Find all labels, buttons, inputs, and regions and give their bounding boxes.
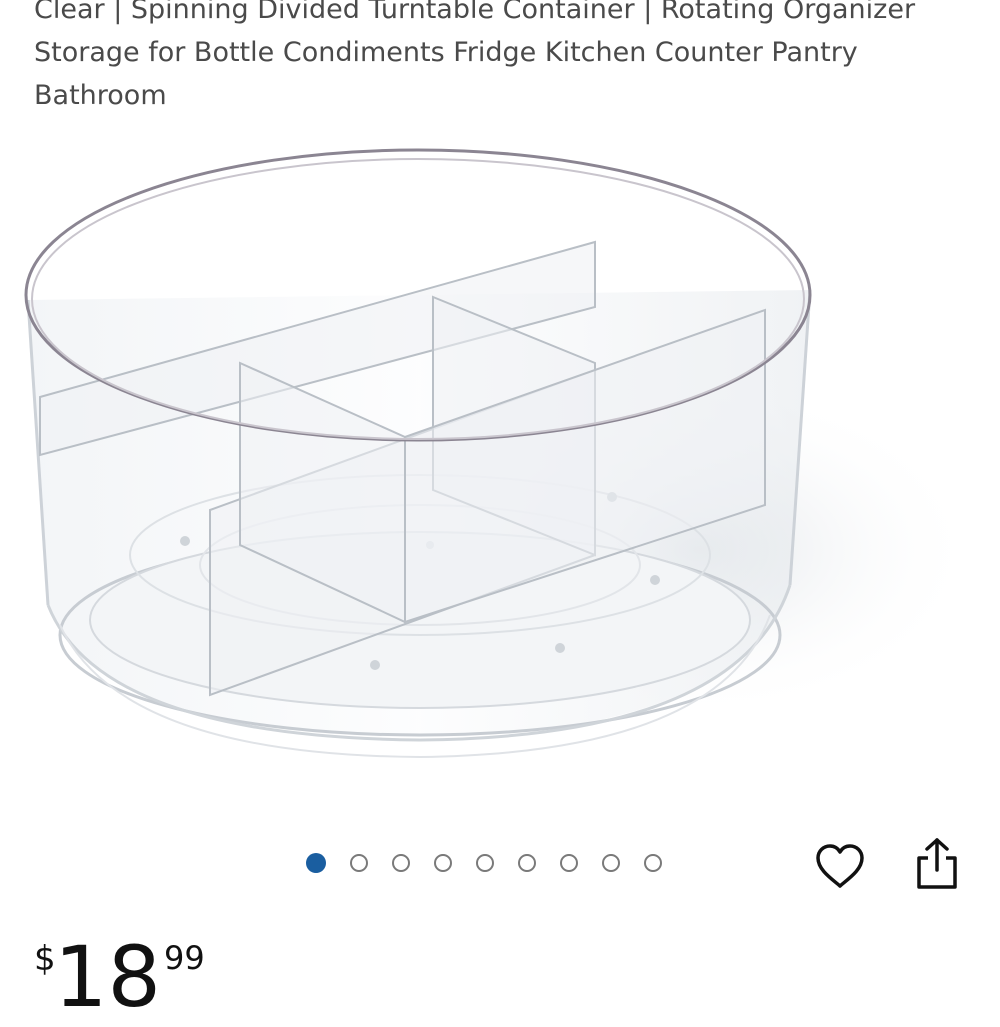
price-currency-symbol: $	[34, 939, 56, 979]
product-title: Clear | Spinning Divided Turntable Conta…	[34, 0, 916, 111]
share-button[interactable]	[913, 836, 961, 892]
carousel-dot-5[interactable]	[476, 854, 494, 872]
heart-outline-icon	[816, 844, 864, 888]
carousel-dot-9[interactable]	[644, 854, 662, 872]
carousel-dot-2[interactable]	[350, 854, 368, 872]
carousel-dot-8[interactable]	[602, 854, 620, 872]
price-fraction: 99	[164, 939, 205, 977]
turntable-illustration	[24, 148, 980, 759]
carousel-dot-6[interactable]	[518, 854, 536, 872]
image-carousel-indicators	[306, 850, 662, 876]
carousel-dot-4[interactable]	[434, 854, 452, 872]
carousel-dot-7[interactable]	[560, 854, 578, 872]
price-whole: 18	[54, 928, 161, 1026]
carousel-dot-3[interactable]	[392, 854, 410, 872]
product-image[interactable]	[0, 125, 1000, 825]
carousel-dot-1[interactable]	[306, 853, 326, 873]
share-icon	[917, 838, 957, 889]
favorite-button[interactable]	[814, 842, 866, 890]
